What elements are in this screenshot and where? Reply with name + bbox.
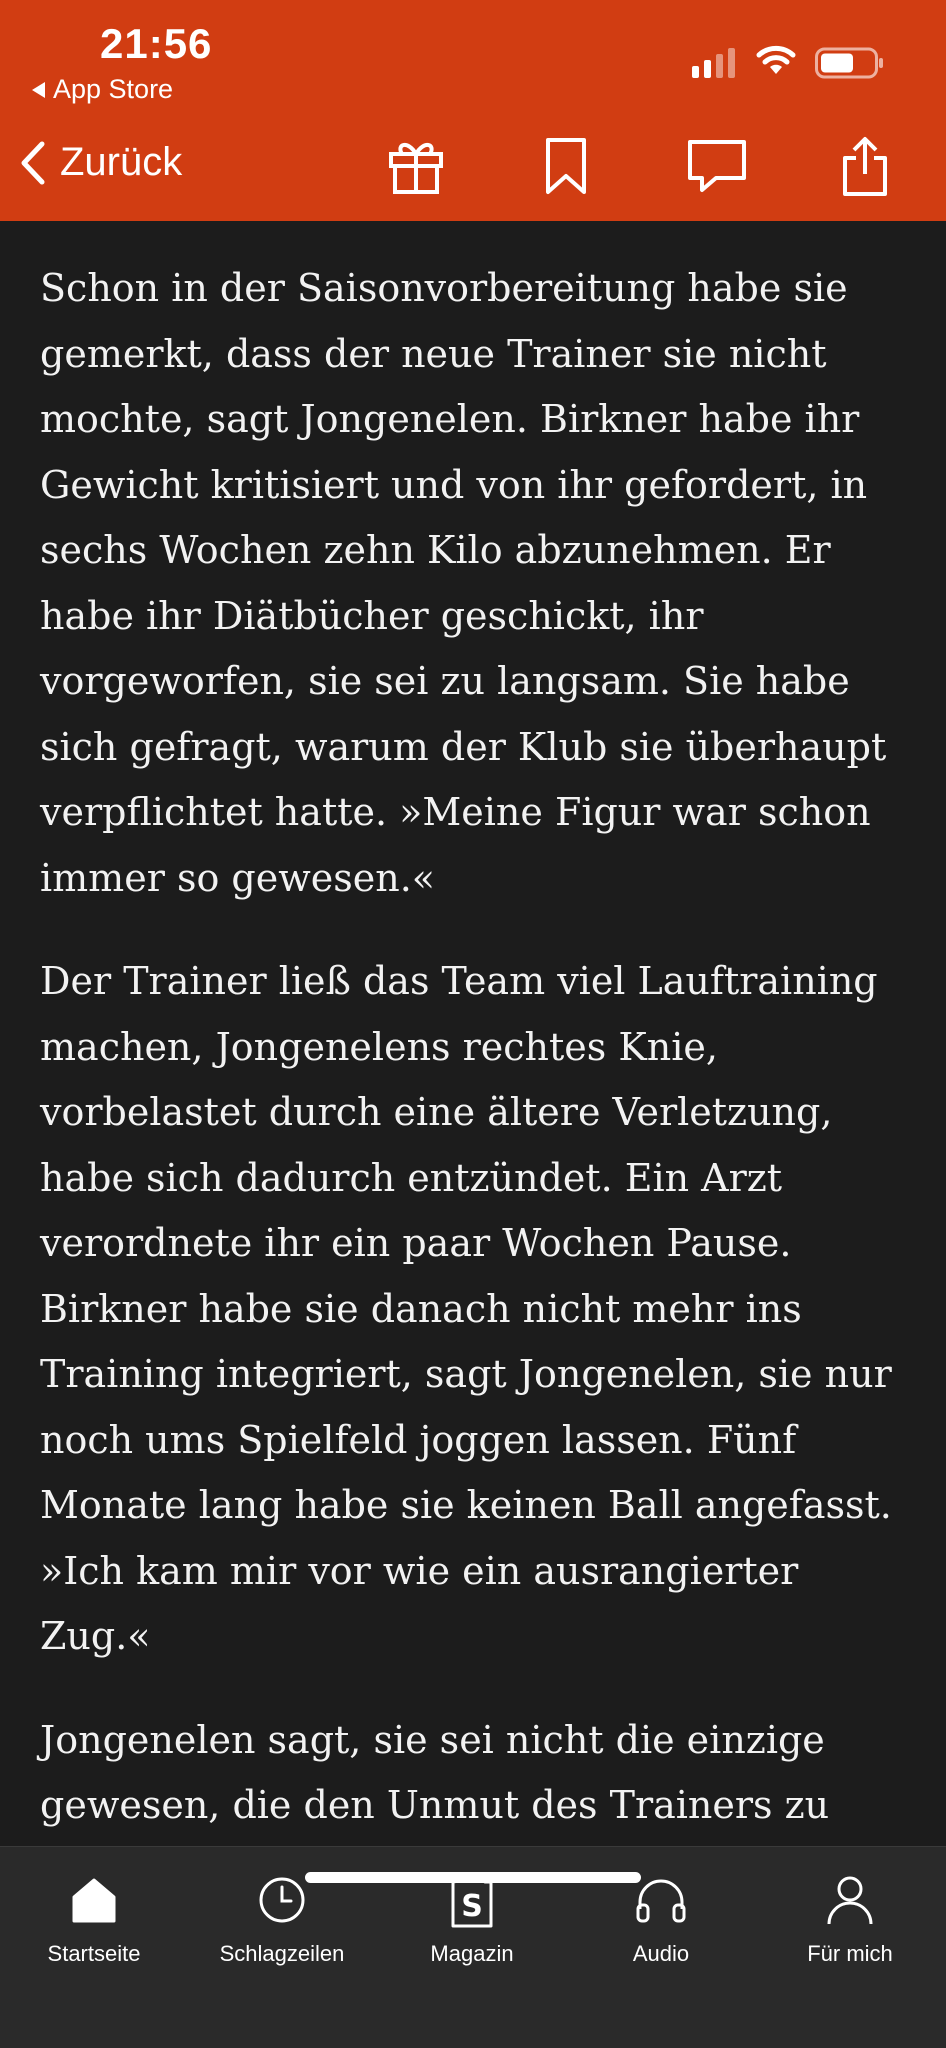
home-icon	[72, 1878, 116, 1923]
back-button[interactable]: Zurück	[20, 140, 182, 185]
svg-text:S: S	[461, 1889, 483, 1924]
tab-label: Audio	[632, 1941, 690, 1966]
clock-icon	[259, 1877, 305, 1923]
wifi-icon	[756, 45, 796, 74]
article-body: Schon in der Saisonvorbereitung habe sie…	[40, 256, 920, 1942]
back-triangle-icon	[32, 81, 45, 98]
person-icon	[827, 1876, 873, 1925]
article-paragraph: Schon in der Saisonvorbereitung habe sie…	[40, 266, 887, 900]
home-indicator[interactable]	[305, 1872, 641, 1883]
back-to-app-store[interactable]: App Store	[32, 74, 173, 105]
back-label: Zurück	[60, 140, 183, 184]
article-paragraph: Der Trainer ließ das Team viel Lauftrain…	[40, 959, 892, 1658]
tab-startseite[interactable]: Startseite	[4, 1867, 184, 1967]
tab-fuer-mich[interactable]: Für mich	[760, 1867, 940, 1967]
battery-icon	[815, 47, 883, 79]
tab-label: Startseite	[47, 1941, 141, 1966]
back-app-label: App Store	[53, 74, 174, 104]
gift-icon[interactable]	[386, 136, 446, 196]
tab-label: Schlagzeilen	[219, 1941, 345, 1966]
tab-label: Für mich	[807, 1941, 893, 1966]
chevron-left-icon	[21, 141, 45, 184]
bookmark-icon[interactable]	[544, 136, 588, 196]
tab-label: Magazin	[430, 1941, 514, 1966]
comment-icon[interactable]	[686, 136, 748, 196]
headphones-icon	[636, 1879, 686, 1923]
share-icon[interactable]	[840, 136, 890, 198]
top-header: 21:56 App Store Zurück	[0, 0, 946, 221]
signal-icon	[692, 48, 735, 78]
status-time: 21:56	[100, 20, 213, 67]
